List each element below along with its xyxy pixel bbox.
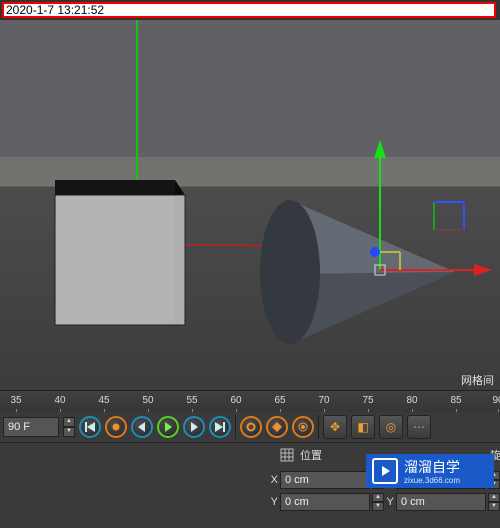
autokey-button[interactable] [240,416,262,438]
watermark-text: 溜溜自学 zixue.3d66.com [404,457,460,485]
playbar-separator [235,415,236,439]
mini-axis-indicator [426,194,470,238]
play-icon [372,458,398,484]
move-tool-button[interactable]: ✥ [323,415,347,439]
size-y-stepper[interactable]: ▲▼ [488,493,500,511]
size-y-field[interactable] [396,493,486,511]
axis-y-label: Y [270,496,278,508]
coord-row-y: Y ▲▼ Y ▲▼ [270,491,500,513]
prev-frame-button[interactable] [131,416,153,438]
timeline-ticks: 35 40 45 50 55 60 65 70 75 80 85 90 [0,391,500,413]
rotate-tool-button[interactable]: ◎ [379,415,403,439]
stepper-up-icon[interactable]: ▲ [63,417,75,427]
coords-header-label: 位置 [300,447,322,463]
axis-x-label: X [270,474,278,486]
key-options-button[interactable] [292,416,314,438]
cube-object [55,180,185,325]
play-button[interactable] [157,416,179,438]
coords-header: 位置 旋 [280,447,322,463]
go-end-button[interactable] [209,416,231,438]
playbar-separator2 [318,415,319,439]
timestamp-text: 2020-1-7 13:21:52 [6,3,104,17]
watermark-title: 溜溜自学 [404,457,460,477]
axis-y2-label: Y [386,496,394,508]
pos-x-field[interactable] [280,471,370,489]
record-button[interactable] [105,416,127,438]
timestamp-box: 2020-1-7 13:21:52 [2,2,496,18]
pos-y-field[interactable] [280,493,370,511]
frame-stepper[interactable]: ▲ ▼ [63,417,75,437]
grid-icon [280,448,294,462]
watermark-sub: zixue.3d66.com [404,477,460,485]
grid-label: 网格间 [461,372,494,388]
pos-y-stepper[interactable]: ▲▼ [372,493,384,511]
set-key-button[interactable] [266,416,288,438]
stepper-down-icon[interactable]: ▼ [63,427,75,437]
frame-end-field[interactable] [3,417,59,437]
go-start-button[interactable] [79,416,101,438]
viewport-canvas [0,20,500,390]
scale-tool-button[interactable]: ◧ [351,415,375,439]
viewport[interactable]: 网格间 [0,20,500,390]
timeline-ruler[interactable]: 35 40 45 50 55 60 65 70 75 80 85 90 [0,390,500,413]
playback-bar: ▲ ▼ ✥ ◧ ◎ ⋯ [0,412,500,442]
params-tool-button[interactable]: ⋯ [407,415,431,439]
watermark-badge: 溜溜自学 zixue.3d66.com [366,454,494,488]
next-frame-button[interactable] [183,416,205,438]
